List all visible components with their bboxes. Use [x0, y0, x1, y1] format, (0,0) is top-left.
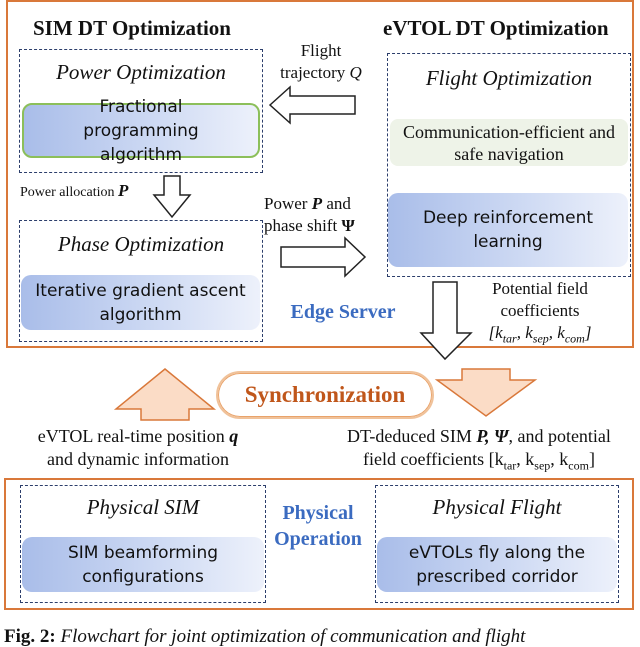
sync-down-arrow	[434, 368, 538, 417]
fractional-programming-algorithm: Fractional programming algorithm	[22, 97, 260, 165]
power-phase-arrow	[280, 236, 367, 278]
flight-trajectory-arrow	[268, 85, 356, 125]
sync-down-text: DT-deduced SIM P, Ψ, and potential field…	[320, 425, 638, 478]
fractional-programming-label: Fractional programming algorithm	[83, 96, 199, 165]
flight-optimization-title: Flight Optimization	[425, 66, 593, 90]
sync-down-coefficients: field coefficients [ktar, ksep, kcom]	[363, 449, 595, 473]
sim-beamforming-label: SIM beamforming configurations	[67, 542, 219, 587]
potential-field-label: Potential field coefficients [ktar, ksep…	[445, 278, 635, 349]
evtol-dt-title: eVTOL DT Optimization	[383, 16, 609, 40]
power-optimization-title: Power Optimization	[56, 60, 226, 84]
power-allocation-label: Power allocation P	[20, 181, 129, 200]
potential-field-coefficients: [ktar, ksep, kcom]	[488, 323, 592, 346]
sync-up-arrow	[113, 368, 217, 421]
sim-beamforming-configurations: SIM beamforming configurations	[22, 537, 264, 592]
power-phase-label: Power P and phase shift Ψ	[264, 194, 355, 235]
physical-sim-title: Physical SIM	[86, 495, 200, 519]
deep-reinforcement-learning: Deep reinforcement learning	[388, 193, 628, 267]
evtols-fly-corridor: eVTOLs fly along the prescribed corridor	[377, 537, 617, 592]
evtols-fly-label: eVTOLs fly along the prescribed corridor	[408, 542, 586, 587]
iterative-gradient-ascent-algorithm: Iterative gradient ascent algorithm	[21, 275, 260, 330]
iterative-gradient-label: Iterative gradient ascent algorithm	[35, 280, 246, 325]
figure-caption: Fig. 2: Flowchart for joint optimization…	[4, 626, 526, 647]
physical-flight-title: Physical Flight	[432, 495, 562, 519]
synchronization-pill: Synchronization	[216, 371, 434, 419]
phase-optimization-title: Phase Optimization	[57, 232, 225, 256]
flight-trajectory-label: Flight trajectory Q	[280, 41, 362, 82]
physical-operation-label: Physical Operation	[274, 502, 362, 550]
power-allocation-arrow	[152, 175, 192, 219]
sync-up-text: eVTOL real-time position q and dynamic i…	[37, 426, 239, 469]
edge-server-label: Edge Server	[290, 301, 396, 323]
deep-reinforcement-label: Deep reinforcement learning	[422, 208, 594, 252]
communication-efficient-label: Communication-efficient and safe navigat…	[402, 121, 616, 164]
communication-efficient-navigation: Communication-efficient and safe navigat…	[390, 119, 628, 166]
sim-dt-title: SIM DT Optimization	[33, 16, 231, 40]
